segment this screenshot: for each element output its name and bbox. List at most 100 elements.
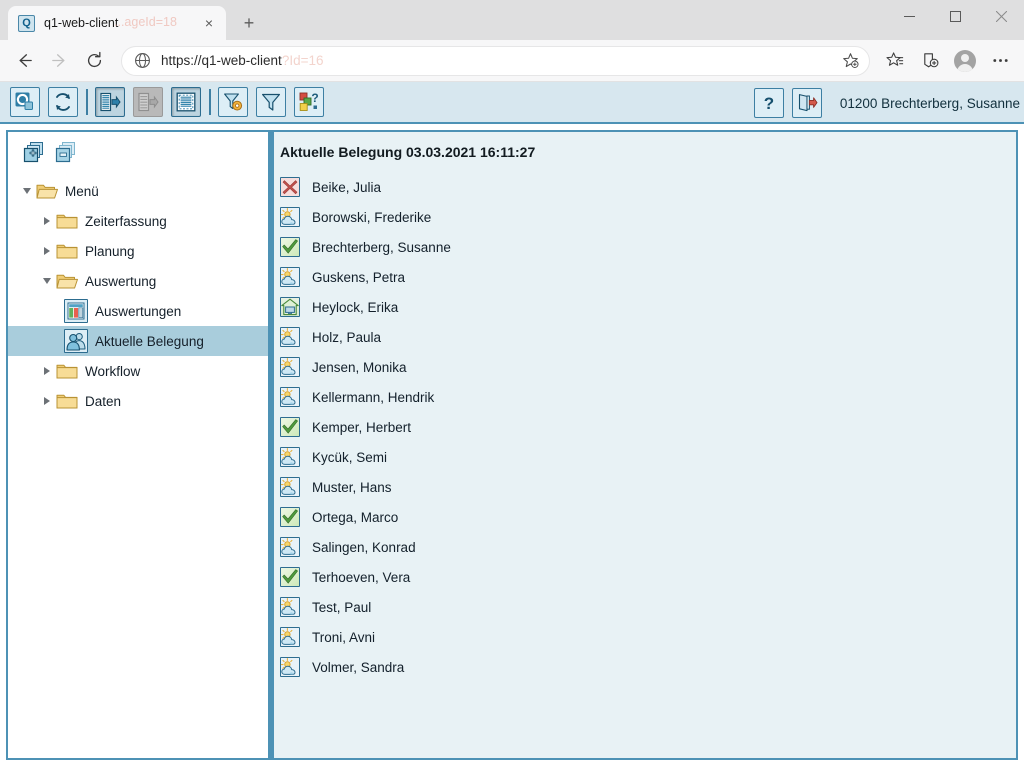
employee-name: Volmer, Sandra xyxy=(312,660,404,675)
toolbar-separator-2 xyxy=(209,89,211,115)
tab-title: q1-web-client xyxy=(44,16,200,30)
tree-item-workflow[interactable]: Workflow xyxy=(8,356,268,386)
employee-name: Guskens, Petra xyxy=(312,270,405,285)
collapse-all-icon[interactable] xyxy=(54,140,78,164)
sun-cloud-icon xyxy=(280,327,300,347)
employee-row[interactable]: Kycük, Semi xyxy=(280,442,1016,472)
employee-row[interactable]: Salingen, Konrad xyxy=(280,532,1016,562)
maximize-icon[interactable] xyxy=(932,0,978,32)
occupancy-people-icon xyxy=(64,329,88,353)
sun-cloud-icon xyxy=(280,627,300,647)
filter-settings-button[interactable] xyxy=(218,87,248,117)
employee-row[interactable]: Kellermann, Hendrik xyxy=(280,382,1016,412)
employee-name: Salingen, Konrad xyxy=(312,540,416,555)
employee-row[interactable]: Jensen, Monika xyxy=(280,352,1016,382)
favorites-list-icon[interactable] xyxy=(879,45,911,77)
employee-row[interactable]: Test, Paul xyxy=(280,592,1016,622)
globe-icon xyxy=(134,52,151,69)
new-tab-button[interactable]: + xyxy=(234,8,264,38)
tab-close-icon[interactable]: × xyxy=(200,14,218,32)
tree-item-label: Planung xyxy=(85,244,135,259)
chevron-right-icon[interactable] xyxy=(38,392,56,410)
tab-strip: Q q1-web-client ...ageId=18 × + xyxy=(0,0,264,40)
employee-row[interactable]: Beike, Julia xyxy=(280,172,1016,202)
sun-cloud-icon xyxy=(280,267,300,287)
chevron-right-icon[interactable] xyxy=(38,212,56,230)
tree-item-zeiterfassung[interactable]: Zeiterfassung xyxy=(8,206,268,236)
app-toolbar: ? ? 01200 Brechterberg, Susanne xyxy=(0,82,1024,124)
browser-settings-icon[interactable] xyxy=(984,45,1016,77)
chevron-down-icon[interactable] xyxy=(38,272,56,290)
back-icon[interactable] xyxy=(8,45,40,77)
employee-name: Terhoeven, Vera xyxy=(312,570,410,585)
url-value: https://q1-web-client xyxy=(161,53,282,68)
employee-row[interactable]: Ortega, Marco xyxy=(280,502,1016,532)
app-toolbar-right: ? 01200 Brechterberg, Susanne xyxy=(754,82,1020,124)
tree-item-aktuelle-belegung[interactable]: Aktuelle Belegung xyxy=(8,326,268,356)
tree-toolbar xyxy=(8,132,268,170)
report-icon xyxy=(64,299,88,323)
tree-item-label: Aktuelle Belegung xyxy=(95,334,204,349)
current-user-label: 01200 Brechterberg, Susanne xyxy=(840,96,1020,111)
add-favorite-icon[interactable] xyxy=(837,48,863,74)
folder-icon xyxy=(56,242,78,260)
q1-home-button[interactable] xyxy=(10,87,40,117)
browser-titlebar: Q q1-web-client ...ageId=18 × + xyxy=(0,0,1024,40)
employee-row[interactable]: Borowski, Frederike xyxy=(280,202,1016,232)
employee-name: Test, Paul xyxy=(312,600,371,615)
employee-row[interactable]: Muster, Hans xyxy=(280,472,1016,502)
tree-item-planung[interactable]: Planung xyxy=(8,236,268,266)
employee-name: Kycük, Semi xyxy=(312,450,387,465)
chevron-right-icon[interactable] xyxy=(38,242,56,260)
reload-icon[interactable] xyxy=(78,45,110,77)
page-title: Aktuelle Belegung 03.03.2021 16:11:27 xyxy=(274,132,1016,160)
folder-open-icon xyxy=(36,182,58,200)
tree-item-auswertungen[interactable]: Auswertungen xyxy=(8,296,268,326)
forward-icon xyxy=(43,45,75,77)
employee-name: Holz, Paula xyxy=(312,330,381,345)
employee-name: Troni, Avni xyxy=(312,630,375,645)
tree-item-label: Auswertungen xyxy=(95,304,181,319)
tree-item-daten[interactable]: Daten xyxy=(8,386,268,416)
employee-list: Beike, Julia Borowski, Frederike Brechte… xyxy=(274,160,1016,682)
employee-row[interactable]: Kemper, Herbert xyxy=(280,412,1016,442)
green-check-icon xyxy=(280,417,300,437)
help-button[interactable]: ? xyxy=(754,88,784,118)
employee-row[interactable]: Holz, Paula xyxy=(280,322,1016,352)
logout-button[interactable] xyxy=(792,88,822,118)
employee-row[interactable]: Troni, Avni xyxy=(280,622,1016,652)
browser-tab[interactable]: Q q1-web-client ...ageId=18 × xyxy=(8,6,226,40)
close-icon[interactable] xyxy=(978,0,1024,32)
chevron-right-icon[interactable] xyxy=(38,362,56,380)
show-list-button[interactable] xyxy=(95,87,125,117)
employee-row[interactable]: Terhoeven, Vera xyxy=(280,562,1016,592)
legend-help-button[interactable]: ? xyxy=(294,87,324,117)
app-body: Menü Zeiterfassung Planung Auswertung Au… xyxy=(0,124,1024,768)
tree-item-label: Menü xyxy=(65,184,99,199)
employee-row[interactable]: Heylock, Erika xyxy=(280,292,1016,322)
employee-row[interactable]: Volmer, Sandra xyxy=(280,652,1016,682)
application-area: ? ? 01200 Brechterberg, Susanne xyxy=(0,82,1024,768)
filter-button[interactable] xyxy=(256,87,286,117)
refresh-button[interactable] xyxy=(48,87,78,117)
tree-item-label: Daten xyxy=(85,394,121,409)
employee-name: Beike, Julia xyxy=(312,180,381,195)
chevron-down-icon[interactable] xyxy=(18,182,36,200)
tree-item-auswertung[interactable]: Auswertung xyxy=(8,266,268,296)
sun-cloud-icon xyxy=(280,597,300,617)
collections-icon[interactable] xyxy=(914,45,946,77)
navigation-tree: Menü Zeiterfassung Planung Auswertung Au… xyxy=(8,170,268,416)
minimize-icon[interactable] xyxy=(886,0,932,32)
tree-item-label: Auswertung xyxy=(85,274,156,289)
employee-row[interactable]: Guskens, Petra xyxy=(280,262,1016,292)
toolbar-separator xyxy=(86,89,88,115)
employee-row[interactable]: Brechterberg, Susanne xyxy=(280,232,1016,262)
green-check-icon xyxy=(280,237,300,257)
employee-name: Kellermann, Hendrik xyxy=(312,390,434,405)
address-bar[interactable]: https://q1-web-client?Id=16 xyxy=(121,46,870,76)
tree-item-men-[interactable]: Menü xyxy=(8,176,268,206)
sun-cloud-icon xyxy=(280,477,300,497)
expand-all-icon[interactable] xyxy=(22,140,46,164)
show-grid-button[interactable] xyxy=(171,87,201,117)
profile-avatar[interactable] xyxy=(949,45,981,77)
